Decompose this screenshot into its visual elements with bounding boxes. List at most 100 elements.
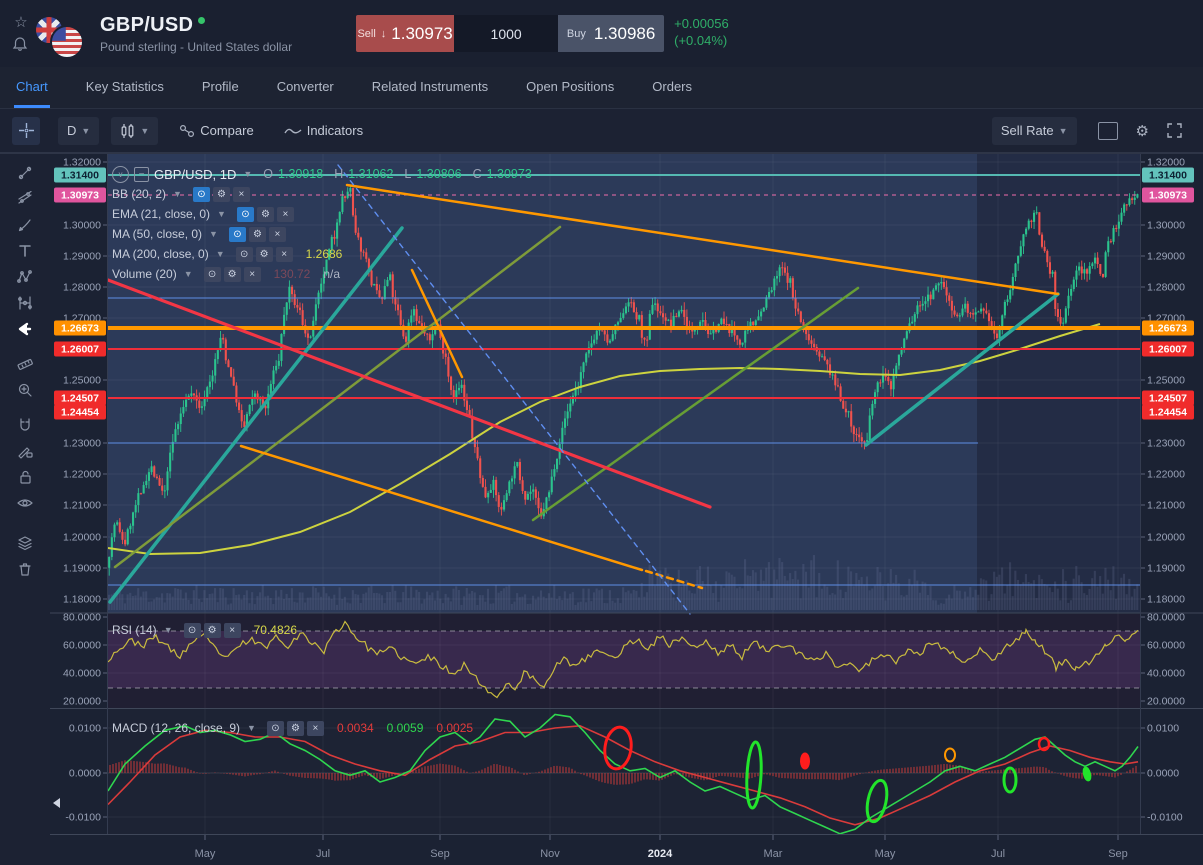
gear-icon[interactable]: ⚙ [256, 247, 273, 262]
svg-text:May: May [195, 848, 216, 860]
quantity-input[interactable] [459, 25, 553, 43]
buy-button[interactable]: Buy 1.30986 [558, 15, 664, 52]
snapshot-button[interactable] [1089, 117, 1127, 145]
crosshair-tool-button[interactable] [12, 117, 40, 145]
macd-eye-icon[interactable]: ⊙ [267, 721, 284, 736]
legend-symbol[interactable]: GBP/USD, 1D [154, 167, 236, 182]
remove-drawings-icon [17, 561, 33, 577]
macd-label[interactable]: MACD (12, 26, close, 9) [112, 721, 240, 735]
tab-converter[interactable]: Converter [275, 67, 336, 108]
price-alert-bell-icon[interactable] [12, 36, 30, 54]
indicators-button[interactable]: Indicators [275, 117, 372, 145]
tab-profile[interactable]: Profile [200, 67, 241, 108]
eye-icon[interactable]: ⊙ [204, 267, 221, 282]
tab-related-instruments[interactable]: Related Instruments [370, 67, 490, 108]
indicator-label[interactable]: Volume (20) [112, 267, 177, 281]
rsi-label[interactable]: RSI (14) [112, 623, 157, 637]
trend-line-icon [17, 165, 33, 181]
svg-text:1.28000: 1.28000 [1147, 282, 1185, 294]
price-change: +0.00056 (+0.04%) [674, 15, 729, 52]
gear-icon[interactable]: ⚙ [213, 187, 230, 202]
gear-icon[interactable]: ⚙ [257, 207, 274, 222]
close-icon[interactable]: × [276, 247, 293, 262]
svg-text:1.26673: 1.26673 [61, 323, 99, 335]
usd-flag-icon [50, 25, 84, 59]
macd-close-icon[interactable]: × [307, 721, 324, 736]
quantity-field[interactable] [454, 15, 558, 52]
lock-all-tool[interactable] [10, 464, 40, 490]
brush-tool[interactable] [10, 212, 40, 238]
object-tree-tool[interactable] [10, 530, 40, 556]
svg-text:1.28000: 1.28000 [63, 282, 101, 294]
eye-icon[interactable]: ⊙ [237, 207, 254, 222]
indicator-label[interactable]: BB (20, 2) [112, 187, 166, 201]
svg-text:1.29000: 1.29000 [63, 251, 101, 263]
close-icon[interactable]: × [269, 227, 286, 242]
minimize-legend-icon[interactable]: − [134, 167, 149, 182]
snapshot-icon [1098, 122, 1118, 140]
sell-price: 1.30973 [391, 24, 452, 44]
eye-icon[interactable]: ⊙ [236, 247, 253, 262]
close-icon[interactable]: × [244, 267, 261, 282]
macd-gear-icon[interactable]: ⚙ [287, 721, 304, 736]
macd-signal-value: 0.0025 [436, 721, 473, 735]
indicators-label: Indicators [307, 123, 363, 138]
close-icon[interactable]: × [233, 187, 250, 202]
tab-open-positions[interactable]: Open Positions [524, 67, 616, 108]
eye-icon[interactable]: ⊙ [193, 187, 210, 202]
text-tool[interactable] [10, 238, 40, 264]
favorite-star-icon[interactable]: ☆ [12, 14, 30, 32]
remove-drawings-tool[interactable] [10, 556, 40, 582]
chart-type-select[interactable]: ▼ [111, 117, 158, 145]
sell-button[interactable]: Sell ↓ 1.30973 [356, 15, 454, 52]
eye-icon[interactable]: ⊙ [229, 227, 246, 242]
svg-text:1.26007: 1.26007 [1149, 344, 1187, 356]
settings-button[interactable]: ⚙ [1127, 117, 1158, 145]
high-label: H [334, 167, 343, 181]
arrow-tool[interactable] [10, 316, 40, 342]
tab-chart[interactable]: Chart [14, 67, 50, 108]
close-label: C [473, 167, 482, 181]
hide-all-tool[interactable] [10, 490, 40, 516]
fullscreen-button[interactable] [1158, 117, 1191, 145]
magnet-tool[interactable] [10, 412, 40, 438]
rsi-close-icon[interactable]: × [224, 623, 241, 638]
svg-text:1.29000: 1.29000 [1147, 251, 1185, 263]
svg-text:Jul: Jul [991, 848, 1005, 860]
rsi-legend: RSI (14)▼ ⊙⚙× 70.4826 [112, 620, 297, 640]
gear-icon[interactable]: ⚙ [224, 267, 241, 282]
zoom-in-tool[interactable] [10, 377, 40, 403]
compare-button[interactable]: Compare [170, 117, 262, 145]
xabcd-pattern-tool[interactable] [10, 264, 40, 290]
symbol-caret-icon[interactable]: ▼ [243, 169, 252, 179]
ruler-tool[interactable] [10, 351, 40, 377]
arrow-icon [17, 321, 33, 337]
indicator-label[interactable]: EMA (21, close, 0) [112, 207, 210, 221]
fib-retracement-tool[interactable] [10, 186, 40, 212]
interval-select[interactable]: D▼ [58, 117, 99, 145]
drawing-lock-tool[interactable] [10, 438, 40, 464]
indicator-label[interactable]: MA (200, close, 0) [112, 247, 209, 261]
svg-text:1.19000: 1.19000 [63, 563, 101, 575]
collapse-legend-icon[interactable]: ∨ [112, 166, 129, 183]
svg-text:60.0000: 60.0000 [1147, 640, 1185, 652]
indicator-value: 1.2686 [306, 247, 343, 261]
forecast-tool[interactable] [10, 290, 40, 316]
gear-icon[interactable]: ⚙ [249, 227, 266, 242]
svg-text:0.0100: 0.0100 [69, 723, 101, 735]
sell-arrow-icon: ↓ [381, 28, 387, 40]
page-title: GBP/USD [100, 14, 193, 37]
buy-price: 1.30986 [594, 24, 655, 44]
sell-rate-select[interactable]: Sell Rate▼ [992, 117, 1077, 145]
indicator-row: Volume (20)▼⊙⚙×130.72n/a [112, 264, 532, 284]
tab-key-statistics[interactable]: Key Statistics [84, 67, 166, 108]
svg-text:2024: 2024 [648, 848, 673, 860]
tab-orders[interactable]: Orders [650, 67, 694, 108]
low-label: L [404, 167, 411, 181]
rsi-gear-icon[interactable]: ⚙ [204, 623, 221, 638]
trend-line-tool[interactable] [10, 160, 40, 186]
close-icon[interactable]: × [277, 207, 294, 222]
rsi-eye-icon[interactable]: ⊙ [184, 623, 201, 638]
open-label: O [263, 167, 273, 181]
indicator-label[interactable]: MA (50, close, 0) [112, 227, 202, 241]
